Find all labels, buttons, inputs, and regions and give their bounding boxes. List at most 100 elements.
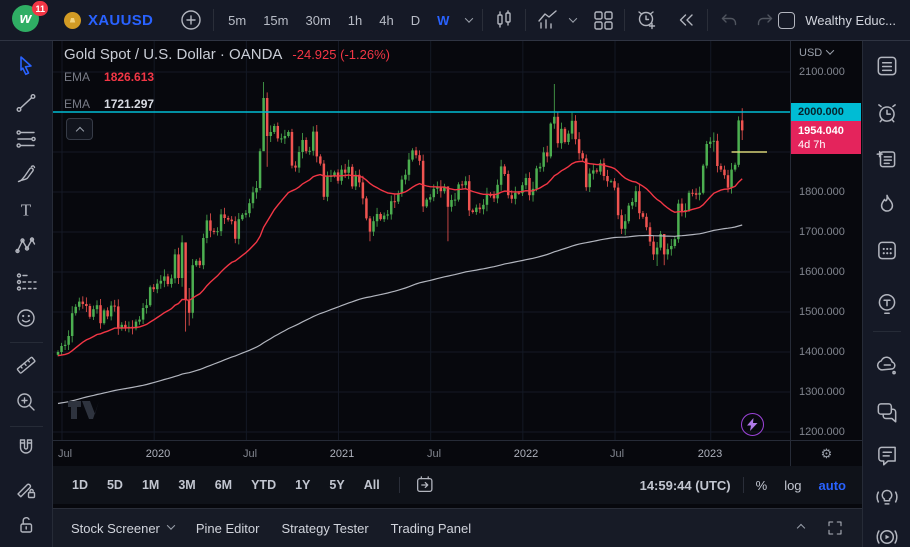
percent-scale-button[interactable]: % xyxy=(756,478,768,493)
tf-5m[interactable]: 5m xyxy=(228,13,246,28)
toolbar-divider xyxy=(10,426,43,427)
minds-cloud-icon[interactable] xyxy=(874,352,900,378)
range-5y[interactable]: 5Y xyxy=(329,478,344,492)
tf-4h[interactable]: 4h xyxy=(379,13,393,28)
account-area[interactable]: Wealthy Educ... xyxy=(778,12,896,29)
boost-flash-button[interactable] xyxy=(741,413,764,436)
auto-scale-button[interactable]: auto xyxy=(819,478,846,493)
tf-30m[interactable]: 30m xyxy=(306,13,331,28)
zoom-in-tool-icon[interactable] xyxy=(14,390,38,414)
indicators-chevron-down-icon[interactable] xyxy=(569,14,577,22)
axis-currency-menu[interactable]: USD xyxy=(799,47,833,59)
xabcd-pattern-tool-icon[interactable] xyxy=(14,234,38,258)
indicators-icon[interactable] xyxy=(536,8,562,32)
tf-1d[interactable]: D xyxy=(411,13,420,28)
save-layout-icon[interactable] xyxy=(778,12,795,29)
axis-settings-corner[interactable]: ⚙ xyxy=(790,440,862,466)
time-label: Jul xyxy=(427,448,441,460)
log-scale-button[interactable]: log xyxy=(784,478,801,493)
tab-trading-panel[interactable]: Trading Panel xyxy=(391,521,471,536)
toolbar-divider xyxy=(482,9,483,31)
time-label: 2022 xyxy=(514,448,538,460)
range-6m[interactable]: 6M xyxy=(215,478,232,492)
range-3m[interactable]: 3M xyxy=(178,478,195,492)
logo-button[interactable]: w 11 xyxy=(12,5,42,35)
time-label: Jul xyxy=(243,448,257,460)
panel-fullscreen-icon[interactable] xyxy=(826,519,844,537)
hotlists-flame-icon[interactable] xyxy=(874,191,900,217)
cursor-tool-icon[interactable] xyxy=(14,54,38,78)
range-1m[interactable]: 1M xyxy=(142,478,159,492)
alerts-clock-icon[interactable] xyxy=(874,100,900,126)
ema-fast-value: 1826.613 xyxy=(104,70,154,84)
time-label: Jul xyxy=(610,448,624,460)
timeframe-chevron-down-icon[interactable] xyxy=(465,14,473,22)
emoji-tool-icon[interactable] xyxy=(14,306,38,330)
range-1y[interactable]: 1Y xyxy=(295,478,310,492)
measure-ruler-icon[interactable] xyxy=(14,353,38,377)
svg-text:T: T xyxy=(21,201,32,220)
notification-badge: 11 xyxy=(32,1,48,16)
compare-add-icon[interactable] xyxy=(179,8,203,32)
journal-notes-icon[interactable] xyxy=(874,146,900,172)
bar-replay-icon[interactable] xyxy=(675,9,697,31)
range-1d[interactable]: 1D xyxy=(72,478,88,492)
tab-stock-screener[interactable]: Stock Screener xyxy=(71,521,174,536)
fib-retracement-tool-icon[interactable] xyxy=(14,127,38,151)
undo-icon[interactable] xyxy=(718,9,740,31)
hline-price-tag: 2000.000 xyxy=(791,103,861,121)
currency-label: USD xyxy=(799,47,822,59)
brush-tool-icon[interactable] xyxy=(14,162,38,186)
chart-legend: Gold Spot / U.S. Dollar · OANDA-24.925 (… xyxy=(64,46,390,111)
redo-icon[interactable] xyxy=(754,9,776,31)
chevron-up-icon xyxy=(75,126,83,134)
lock-all-drawings-icon[interactable] xyxy=(14,513,38,537)
tf-1w-active[interactable]: W xyxy=(437,13,449,28)
logo-letter: w xyxy=(20,10,32,27)
tab-strategy-tester[interactable]: Strategy Tester xyxy=(281,521,368,536)
price-label: 1800.000 xyxy=(799,186,845,198)
panel-expand-chevron-icon[interactable] xyxy=(797,524,805,532)
chevron-down-icon xyxy=(826,46,834,54)
bottom-panel: Stock Screener Pine Editor Strategy Test… xyxy=(53,508,862,547)
gear-icon[interactable]: ⚙ xyxy=(821,446,833,462)
ema-row: EMA1826.613 xyxy=(64,70,390,84)
chart-style-candles-icon[interactable] xyxy=(493,9,515,31)
range-all[interactable]: All xyxy=(364,478,380,492)
tf-15m[interactable]: 15m xyxy=(263,13,288,28)
legend-collapse-button[interactable] xyxy=(66,118,93,140)
watchlist-icon[interactable] xyxy=(874,53,900,79)
clock-utc[interactable]: 14:59:44 (UTC) xyxy=(640,478,731,493)
forecast-tool-icon[interactable] xyxy=(14,270,38,294)
multichart-layout-icon[interactable] xyxy=(592,9,614,31)
tradingview-window: w 11 XAUUSD 5m 15m 30m 1h 4h D W xyxy=(0,0,910,547)
magnet-mode-icon[interactable] xyxy=(14,436,38,460)
text-tool-icon[interactable]: T xyxy=(14,198,38,222)
trend-line-tool-icon[interactable] xyxy=(14,91,38,115)
ideas-bulb-icon[interactable] xyxy=(874,291,900,317)
symbol-search-button[interactable]: XAUUSD xyxy=(64,12,153,29)
live-ideas-bulb-icon[interactable] xyxy=(874,484,900,510)
go-to-date-icon[interactable] xyxy=(414,474,436,496)
tab-pine-editor[interactable]: Pine Editor xyxy=(196,521,260,536)
chart-pane[interactable]: Gold Spot / U.S. Dollar · OANDA-24.925 (… xyxy=(53,41,790,440)
drawing-mode-lock-icon[interactable] xyxy=(14,477,38,501)
chat-bubble-icon[interactable] xyxy=(874,442,900,468)
calendar-icon[interactable] xyxy=(874,237,900,263)
price-label: 1600.000 xyxy=(799,266,845,278)
toolbar-divider xyxy=(525,9,526,31)
price-label: 1500.000 xyxy=(799,306,845,318)
drawing-toolbar: T xyxy=(0,41,53,547)
price-axis[interactable]: USD 2100.000 1800.000 1700.000 1600.000 … xyxy=(790,41,862,440)
public-chats-icon[interactable] xyxy=(874,399,900,425)
timeframe-group: 5m 15m 30m 1h 4h D W xyxy=(228,13,472,28)
chart-title: Gold Spot / U.S. Dollar · OANDA xyxy=(64,46,282,63)
tf-1h[interactable]: 1h xyxy=(348,13,362,28)
time-axis[interactable]: Jul 2020 Jul 2021 Jul 2022 Jul 2023 xyxy=(53,440,790,466)
range-5d[interactable]: 5D xyxy=(107,478,123,492)
toolbar-divider xyxy=(213,9,214,31)
range-ytd[interactable]: YTD xyxy=(251,478,276,492)
create-alert-icon[interactable] xyxy=(635,8,659,32)
streams-play-icon[interactable] xyxy=(874,524,900,547)
current-price-value: 1954.040 xyxy=(798,124,861,138)
